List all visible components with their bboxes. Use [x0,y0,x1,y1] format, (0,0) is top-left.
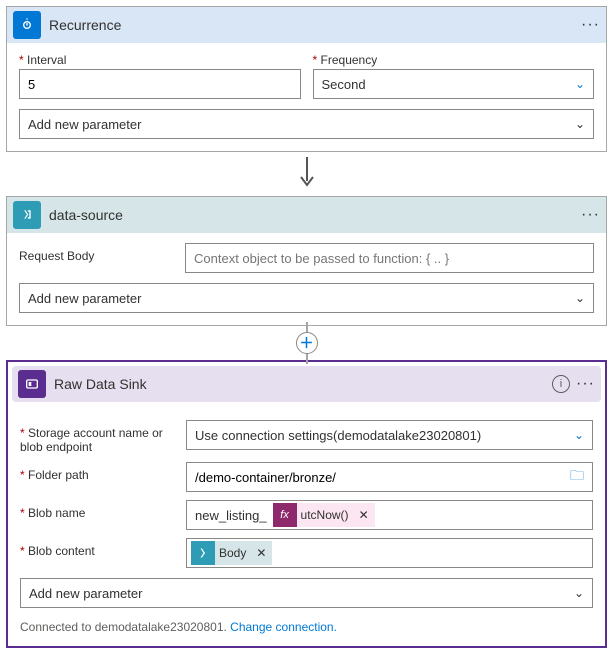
insert-step-button[interactable]: ＋ [296,332,318,354]
token-label: Body [219,546,250,560]
blobname-input[interactable]: new_listing_ fx utcNow() ✕ [186,500,593,530]
connector-arrow [0,152,613,196]
chevron-down-icon: ⌄ [575,291,585,305]
blobcontent-label: Blob content [20,538,174,558]
add-parameter-select[interactable]: Add new parameter ⌄ [19,283,594,313]
datasource-title: data-source [49,207,581,223]
remove-token-button[interactable]: ✕ [353,508,375,522]
frequency-value: Second [322,77,366,92]
more-icon[interactable]: ··· [581,16,600,34]
recurrence-title: Recurrence [49,17,581,33]
frequency-select[interactable]: Second ⌄ [313,69,595,99]
blobname-label: Blob name [20,500,174,520]
storage-value: Use connection settings(demodatalake2302… [195,428,481,443]
body-token[interactable]: Body ✕ [191,541,272,565]
chevron-down-icon: ⌄ [575,117,585,131]
recurrence-header[interactable]: Recurrence ··· [7,7,606,43]
add-parameter-select[interactable]: Add new parameter ⌄ [20,578,593,608]
blobname-prefix: new_listing_ [191,508,271,523]
interval-label: Interval [19,53,301,67]
rawsink-title: Raw Data Sink [54,376,552,392]
blobcontent-input[interactable]: Body ✕ [186,538,593,568]
remove-token-button[interactable]: ✕ [250,546,272,560]
insert-step-connector: ＋ [0,326,613,360]
storage-label: Storage account name or blob endpoint [20,420,174,454]
token-label: utcNow() [301,508,353,522]
interval-input[interactable] [19,69,301,99]
storage-select[interactable]: Use connection settings(demodatalake2302… [186,420,593,450]
request-body-input[interactable]: Context object to be passed to function:… [185,243,594,273]
add-param-label: Add new parameter [28,291,141,306]
add-parameter-select[interactable]: Add new parameter ⌄ [19,109,594,139]
more-icon[interactable]: ··· [576,375,595,393]
blob-icon [18,370,46,398]
datasource-header[interactable]: data-source ··· [7,197,606,233]
timer-icon [13,11,41,39]
rawsink-card: Raw Data Sink i ··· Storage account name… [6,360,607,648]
request-body-placeholder: Context object to be passed to function:… [194,251,449,266]
info-icon[interactable]: i [552,375,570,393]
add-param-label: Add new parameter [28,117,141,132]
expression-token[interactable]: fx utcNow() ✕ [273,503,375,527]
chevron-down-icon: ⌄ [575,77,585,91]
folder-input[interactable]: 🗀 [186,462,593,492]
function-icon [191,541,215,565]
frequency-label: Frequency [313,53,595,67]
fx-icon: fx [273,503,297,527]
datasource-card: data-source ··· Request Body Context obj… [6,196,607,326]
recurrence-card: Recurrence ··· Interval Frequency Second… [6,6,607,152]
chevron-down-icon: ⌄ [574,428,584,442]
more-icon[interactable]: ··· [581,206,600,224]
add-param-label: Add new parameter [29,586,142,601]
request-body-label: Request Body [19,243,173,263]
change-connection-link[interactable]: Change connection. [230,620,337,634]
rawsink-header[interactable]: Raw Data Sink i ··· [12,366,601,402]
function-icon [13,201,41,229]
folder-label: Folder path [20,462,174,482]
connection-note: Connected to demodatalake23020801. Chang… [20,620,593,634]
folder-icon[interactable]: 🗀 [570,465,584,489]
chevron-down-icon: ⌄ [574,586,584,600]
